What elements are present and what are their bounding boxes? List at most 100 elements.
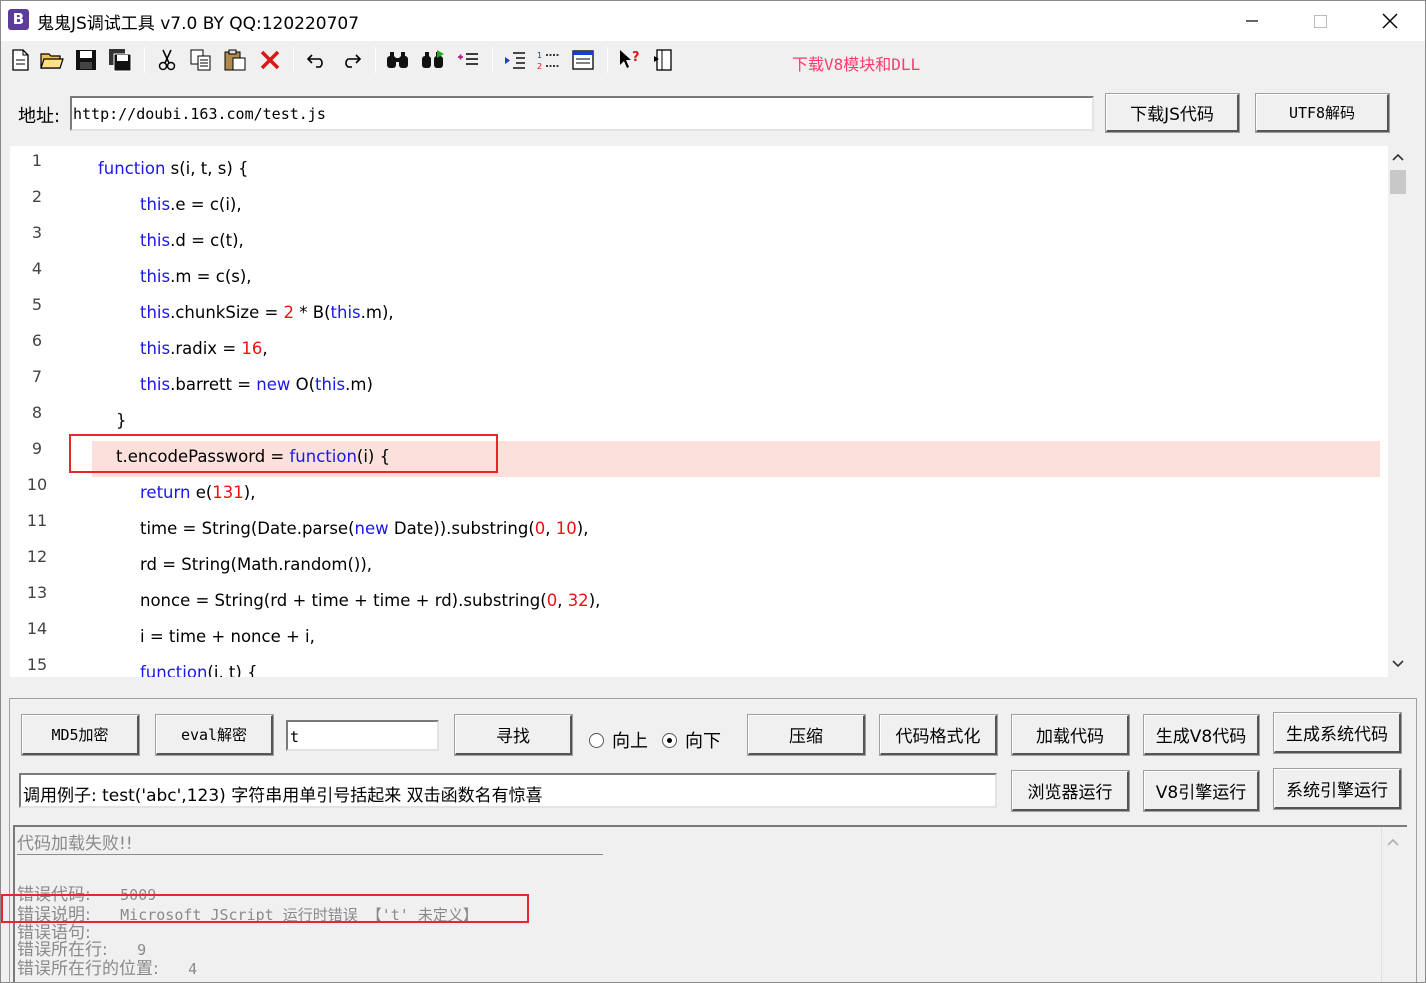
code-text: this.m = c(s), xyxy=(140,267,252,286)
replace-icon[interactable] xyxy=(453,45,483,75)
line-number: 1 xyxy=(31,151,43,170)
code-line[interactable]: 10 return e(131), xyxy=(10,475,1380,511)
code-text: this.d = c(t), xyxy=(140,231,244,250)
code-text: rd = String(Math.random()), xyxy=(140,555,373,574)
open-folder-icon[interactable] xyxy=(37,45,67,75)
call-example-input[interactable]: 调用例子: test('abc',123) 字符串用单引号括起来 双击函数名有惊… xyxy=(19,773,997,808)
save-all-icon[interactable] xyxy=(105,45,135,75)
download-v8-link[interactable]: 下载V8模块和DLL xyxy=(792,51,920,75)
line-number: 13 xyxy=(26,583,48,602)
load-code-button[interactable]: 加载代码 xyxy=(1011,714,1130,756)
v8-engine-run-button[interactable]: V8引擎运行 xyxy=(1143,770,1260,812)
toolbar-separator xyxy=(607,47,608,73)
code-line[interactable]: 13 nonce = String(rd + time + time + rd).… xyxy=(10,583,1380,619)
redo-icon[interactable] xyxy=(336,45,366,75)
panel-icon[interactable] xyxy=(649,45,679,75)
line-numbers-icon[interactable]: 12 xyxy=(534,45,564,75)
close-button[interactable] xyxy=(1367,1,1413,41)
code-line[interactable]: 7 this.barrett = new O(this.m) xyxy=(10,367,1380,403)
find-button[interactable]: 寻找 xyxy=(454,714,573,756)
output-scroll-up-icon[interactable] xyxy=(1383,833,1403,853)
delete-icon[interactable] xyxy=(255,45,285,75)
generate-v8-code-button[interactable]: 生成V8代码 xyxy=(1143,714,1260,756)
line-number: 12 xyxy=(26,547,48,566)
radio-up-dot[interactable] xyxy=(589,732,604,748)
error-desc-value: Microsoft JScript 运行时错误 【't' 未定义】 xyxy=(120,906,478,924)
svg-text:1: 1 xyxy=(537,51,542,60)
radio-down[interactable]: 向下 xyxy=(662,727,721,753)
code-line[interactable]: 2 this.e = c(i), xyxy=(10,187,1380,223)
compress-button[interactable]: 压缩 xyxy=(747,714,866,756)
radio-down-dot[interactable] xyxy=(662,732,677,748)
save-icon[interactable] xyxy=(71,45,101,75)
minimize-icon xyxy=(1246,20,1258,22)
code-line[interactable]: 14 i = time + nonce + i, xyxy=(10,619,1380,655)
code-line[interactable]: 9 t.encodePassword = function(i) { xyxy=(10,439,1380,475)
md5-encrypt-button[interactable]: MD5加密 xyxy=(21,714,140,756)
system-engine-run-button[interactable]: 系统引擎运行 xyxy=(1273,768,1402,810)
utf8-decode-button[interactable]: UTF8解码 xyxy=(1255,93,1390,133)
eval-decrypt-button[interactable]: eval解密 xyxy=(155,714,274,756)
error-pos-value: 4 xyxy=(188,960,198,978)
code-editor[interactable]: 1 function s(i, t, s) { 2 this.e = c(i), 3 th… xyxy=(10,146,1408,677)
code-text: this.barrett = new O(this.m) xyxy=(140,375,373,394)
line-number: 15 xyxy=(26,655,48,674)
help-icon[interactable]: ? xyxy=(615,45,645,75)
code-text: } xyxy=(116,411,127,430)
generate-system-code-button[interactable]: 生成系统代码 xyxy=(1273,712,1402,754)
radio-up-label: 向上 xyxy=(612,731,648,752)
code-line[interactable]: 3 this.d = c(t), xyxy=(10,223,1380,259)
maximize-icon xyxy=(1313,14,1327,28)
code-text: return e(131), xyxy=(140,483,256,502)
code-text: this.radix = 16, xyxy=(140,339,268,358)
toolbar-separator xyxy=(293,47,294,73)
cut-icon[interactable] xyxy=(152,45,182,75)
code-line[interactable]: 12 rd = String(Math.random()), xyxy=(10,547,1380,583)
line-number: 8 xyxy=(31,403,43,422)
close-icon xyxy=(1382,13,1398,29)
line-number: 7 xyxy=(31,367,43,386)
paste-icon[interactable] xyxy=(220,45,250,75)
scroll-up-icon[interactable] xyxy=(1388,148,1408,168)
line-number: 6 xyxy=(31,331,43,350)
download-js-button[interactable]: 下载JS代码 xyxy=(1105,93,1240,133)
code-line[interactable]: 8} xyxy=(10,403,1380,439)
code-line[interactable]: 5 this.chunkSize = 2 * B(this.m), xyxy=(10,295,1380,331)
line-number: 5 xyxy=(31,295,43,314)
find-icon[interactable] xyxy=(383,45,413,75)
app-icon: B xyxy=(8,9,29,30)
window-icon[interactable] xyxy=(568,45,598,75)
output-scrollbar[interactable] xyxy=(1381,827,1403,982)
toolbar-separator xyxy=(492,47,493,73)
code-text: function(i, t) { xyxy=(140,663,258,677)
radio-down-label: 向下 xyxy=(685,731,721,752)
scroll-thumb[interactable] xyxy=(1390,170,1406,194)
line-number: 10 xyxy=(26,475,48,494)
output-panel[interactable]: 代码加载失败!! 错误代码: 5009 错误说明: Microsoft JScr… xyxy=(13,825,1407,982)
toolbar-separator xyxy=(375,47,376,73)
find-next-icon[interactable] xyxy=(418,45,448,75)
maximize-button[interactable] xyxy=(1297,1,1343,41)
error-pos-row: 错误所在行的位置: 4 xyxy=(17,954,197,979)
code-line[interactable]: 4 this.m = c(s), xyxy=(10,259,1380,295)
search-input[interactable]: t xyxy=(286,720,439,751)
line-number: 4 xyxy=(31,259,43,278)
code-text: function s(i, t, s) { xyxy=(98,159,249,178)
url-input[interactable]: http://doubi.163.com/test.js xyxy=(70,96,1094,131)
editor-scrollbar[interactable] xyxy=(1388,146,1408,677)
radio-up[interactable]: 向上 xyxy=(589,727,648,753)
code-text: this.chunkSize = 2 * B(this.m), xyxy=(140,303,394,322)
code-line[interactable]: 1 function s(i, t, s) { xyxy=(10,151,1380,187)
indent-icon[interactable] xyxy=(500,45,530,75)
copy-icon[interactable] xyxy=(186,45,216,75)
code-line[interactable]: 6 this.radix = 16, xyxy=(10,331,1380,367)
code-line[interactable]: 15 function(i, t) { xyxy=(10,655,1380,677)
scroll-down-icon[interactable] xyxy=(1388,653,1408,673)
browser-run-button[interactable]: 浏览器运行 xyxy=(1011,770,1130,812)
undo-icon[interactable] xyxy=(302,45,332,75)
code-line[interactable]: 11 time = String(Date.parse(new Date)).su… xyxy=(10,511,1380,547)
app-window: B 鬼鬼JS调试工具 v7.0 BY QQ:120220707 1 2 ? 下载… xyxy=(0,0,1426,983)
new-file-icon[interactable] xyxy=(5,45,35,75)
format-code-button[interactable]: 代码格式化 xyxy=(879,714,998,756)
minimize-button[interactable] xyxy=(1229,1,1275,41)
